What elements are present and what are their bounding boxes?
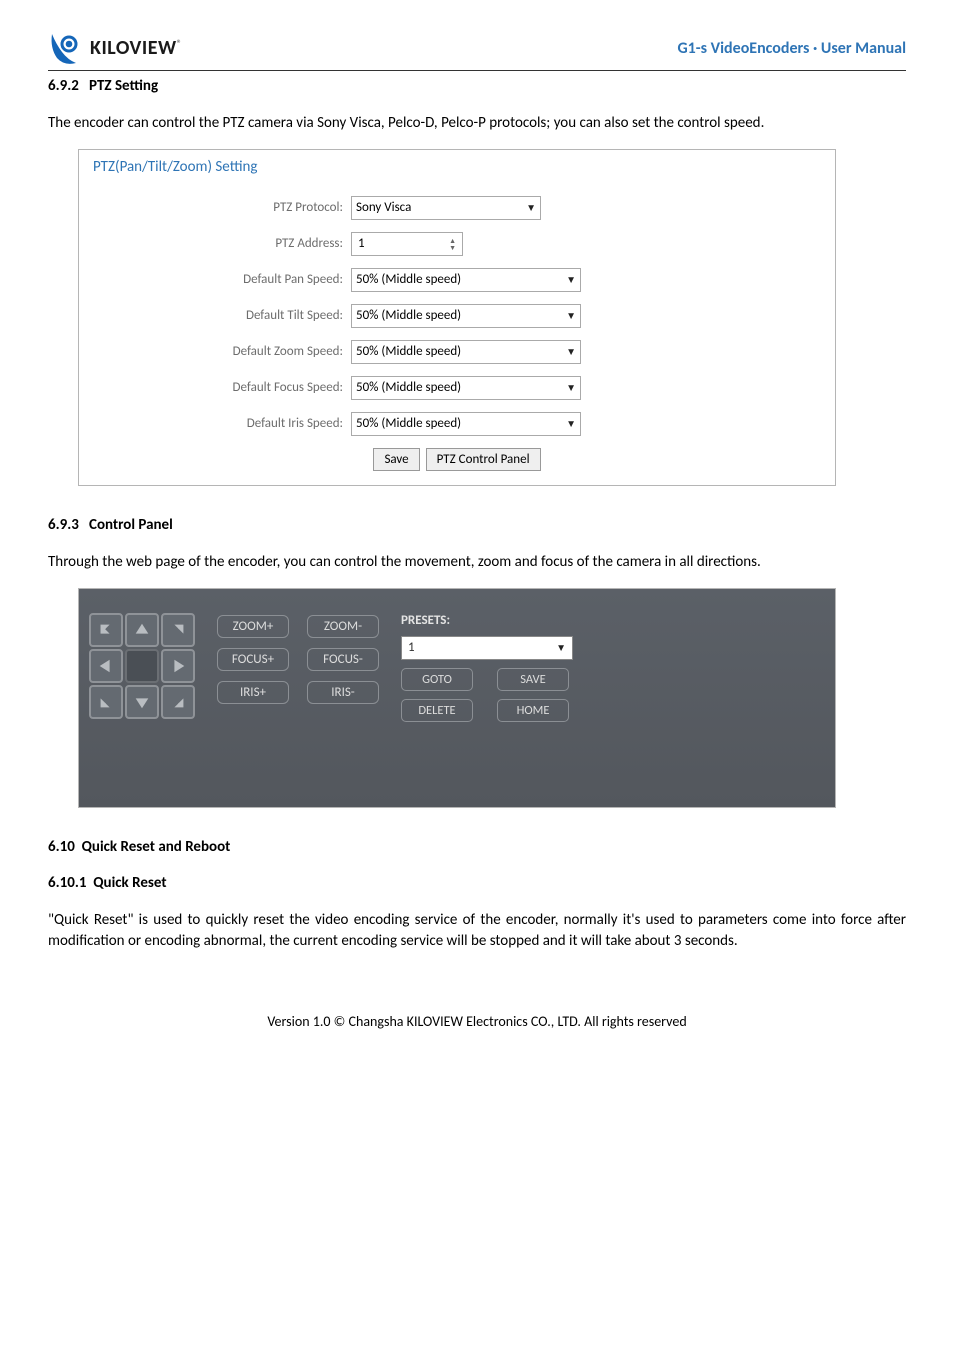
direction-left-button[interactable] [89,649,123,683]
direction-down-right-button[interactable] [161,685,195,719]
ptz-control-panel-button[interactable]: PTZ Control Panel [426,448,541,471]
chevron-down-icon: ▼ [526,201,536,214]
chevron-down-icon: ▼ [566,381,576,394]
chevron-down-icon: ▼ [566,273,576,286]
direction-down-button[interactable] [125,685,159,719]
logo-text: KILOVIEW® [90,36,182,60]
focus-in-button[interactable]: FOCUS+ [217,648,289,671]
label-ptz-address: PTZ Address: [93,236,351,251]
control-panel-body: Through the web page of the encoder, you… [48,552,906,574]
direction-pad [89,613,195,797]
save-button[interactable]: Save [373,448,419,471]
select-ptz-protocol[interactable]: Sony Visca▼ [351,196,541,220]
label-zoom-speed: Default Zoom Speed: [93,344,351,359]
chevron-down-icon: ▼ [566,309,576,322]
section-control-panel: 6.9.3 Control Panel [48,516,906,534]
page-footer: Version 1.0 © Changsha KILOVIEW Electron… [48,1013,906,1030]
section-quick-reset: 6.10.1 Quick Reset [48,874,906,892]
label-tilt-speed: Default Tilt Speed: [93,308,351,323]
ptz-settings-panel: PTZ(Pan/Tilt/Zoom) Setting PTZ Protocol:… [78,149,836,486]
zoom-out-button[interactable]: ZOOM- [307,615,379,638]
label-iris-speed: Default Iris Speed: [93,416,351,431]
direction-up-left-button[interactable] [89,613,123,647]
direction-right-button[interactable] [161,649,195,683]
select-focus-speed[interactable]: 50% (Middle speed)▼ [351,376,581,400]
page-header: KILOVIEW® G1-s VideoEncoders · User Manu… [48,30,906,66]
chevron-down-icon: ▼ [566,417,576,430]
preset-delete-button[interactable]: DELETE [401,699,473,722]
spinner-arrows-icon[interactable]: ▲▼ [449,237,456,251]
select-iris-speed[interactable]: 50% (Middle speed)▼ [351,412,581,436]
preset-save-button[interactable]: SAVE [497,668,569,691]
select-zoom-speed[interactable]: 50% (Middle speed)▼ [351,340,581,364]
preset-home-button[interactable]: HOME [497,699,569,722]
input-ptz-address[interactable]: 1 ▲▼ [351,232,463,256]
select-pan-speed[interactable]: 50% (Middle speed)▼ [351,268,581,292]
zoom-in-button[interactable]: ZOOM+ [217,615,289,638]
direction-center-button[interactable] [125,649,159,683]
direction-up-button[interactable] [125,613,159,647]
direction-up-right-button[interactable] [161,613,195,647]
logo: KILOVIEW® [48,30,182,66]
label-ptz-protocol: PTZ Protocol: [93,200,351,215]
preset-goto-button[interactable]: GOTO [401,668,473,691]
quick-reset-body: "Quick Reset" is used to quickly reset t… [48,910,906,954]
label-focus-speed: Default Focus Speed: [93,380,351,395]
label-pan-speed: Default Pan Speed: [93,272,351,287]
presets-label: PRESETS: [401,613,573,628]
header-rule [48,70,906,71]
chevron-down-icon: ▼ [566,345,576,358]
iris-open-button[interactable]: IRIS+ [217,681,289,704]
ptz-control-panel: ZOOM+ ZOOM- FOCUS+ FOCUS- IRIS+ IRIS- PR… [78,588,836,808]
chevron-down-icon: ▼ [556,641,566,654]
section-ptz-setting: 6.9.2 PTZ Setting [48,77,906,95]
ptz-panel-title: PTZ(Pan/Tilt/Zoom) Setting [93,158,821,176]
focus-out-button[interactable]: FOCUS- [307,648,379,671]
document-title: G1-s VideoEncoders · User Manual [677,39,906,58]
logo-icon [48,30,84,66]
iris-close-button[interactable]: IRIS- [307,681,379,704]
direction-down-left-button[interactable] [89,685,123,719]
preset-select[interactable]: 1▼ [401,636,573,660]
section-quick-reset-reboot: 6.10 Quick Reset and Reboot [48,838,906,856]
select-tilt-speed[interactable]: 50% (Middle speed)▼ [351,304,581,328]
ptz-setting-body: The encoder can control the PTZ camera v… [48,113,906,135]
